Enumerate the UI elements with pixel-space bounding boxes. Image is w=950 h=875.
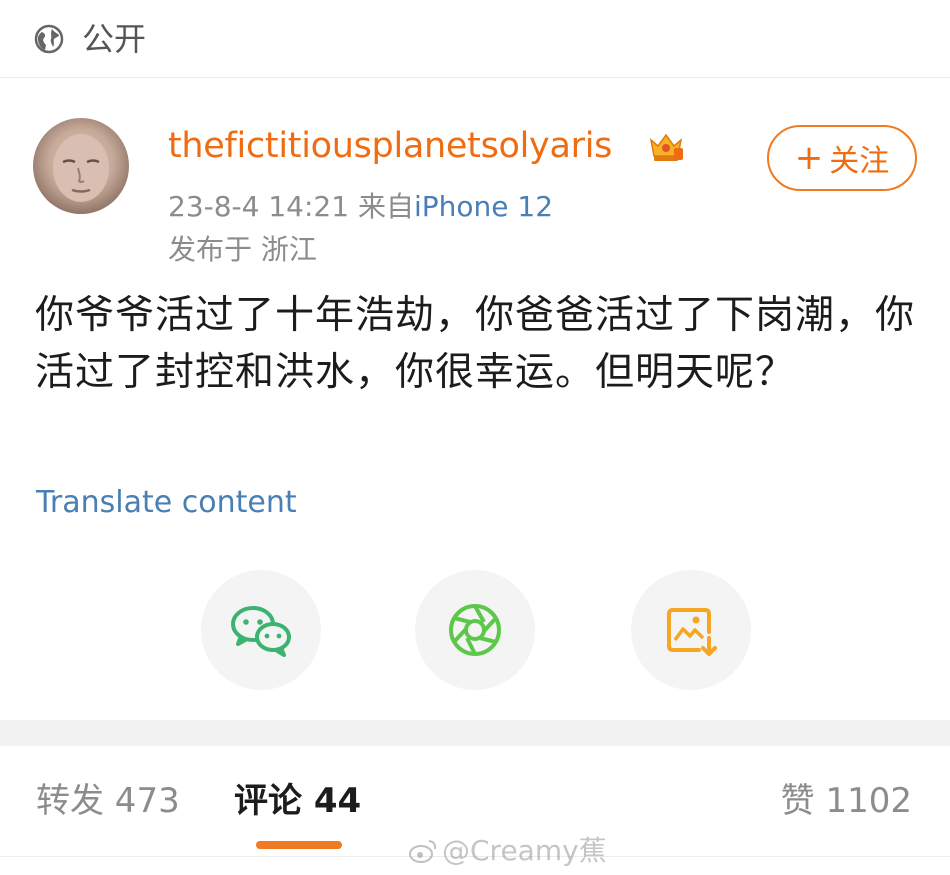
tab-like[interactable]: 赞 1102: [781, 778, 912, 824]
username[interactable]: thefictitiousplanetsolyaris: [168, 122, 612, 170]
watermark-text: @Creamy蕉: [442, 834, 607, 867]
share-wechat-button[interactable]: [201, 570, 321, 690]
wechat-icon: [231, 606, 291, 657]
follow-button[interactable]: + 关注: [767, 125, 917, 191]
save-image-button[interactable]: [631, 570, 751, 690]
timestamp: 23-8-4 14:21: [168, 190, 350, 223]
visibility-label: 公开: [82, 20, 147, 58]
post-meta: 23-8-4 14:21 来自iPhone 12: [168, 187, 553, 227]
post-text: 你爷爷活过了十年浩劫，你爸爸活过了下岗潮，你活过了封控和洪水，你很幸运。但明天呢…: [35, 293, 916, 395]
active-tab-indicator: [256, 841, 342, 849]
avatar[interactable]: [33, 118, 129, 214]
device-link[interactable]: iPhone 12: [414, 190, 553, 223]
avatar-image: [53, 134, 109, 202]
tab-repost[interactable]: 转发 473: [36, 778, 180, 824]
section-divider: [0, 720, 950, 746]
plus-icon: +: [794, 138, 824, 178]
vip-crown-icon: [649, 133, 683, 161]
translate-link[interactable]: Translate content: [36, 482, 297, 524]
globe-icon: [34, 24, 64, 54]
share-moments-button[interactable]: [415, 570, 535, 690]
moments-icon: [449, 604, 501, 656]
watermark: @Creamy蕉: [408, 832, 607, 870]
post-location: 发布于 浙江: [168, 233, 317, 266]
follow-label: 关注: [829, 144, 890, 179]
save-image-icon: [667, 608, 717, 656]
visibility-bar: 公开: [0, 0, 950, 78]
source-prefix: 来自: [357, 190, 414, 223]
tab-comment[interactable]: 评论 44: [234, 778, 361, 824]
weibo-logo-icon: [409, 840, 437, 863]
